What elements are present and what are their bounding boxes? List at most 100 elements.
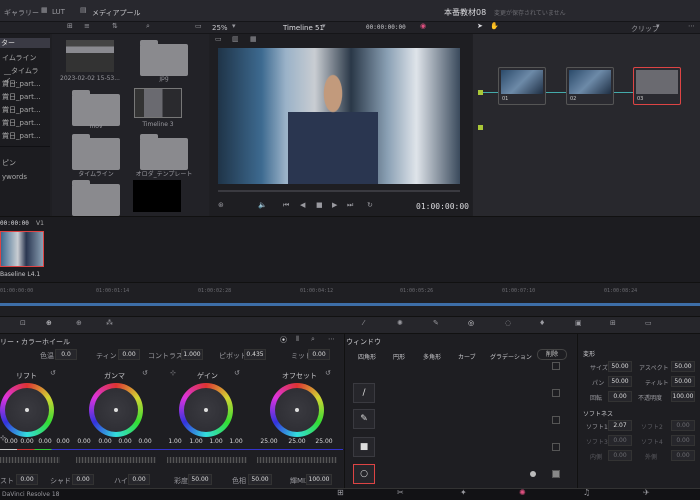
reset-icon[interactable]: ↺ — [234, 369, 240, 377]
play-icon[interactable]: ▶ — [332, 201, 337, 209]
aspect-field[interactable]: 50.00 — [671, 361, 695, 372]
color-match-icon[interactable]: ⁂ — [106, 319, 113, 327]
offset-master-slider[interactable] — [257, 457, 337, 463]
search-icon[interactable]: ⌕ — [146, 22, 150, 31]
offset-g-value[interactable]: 25.00 — [284, 437, 310, 448]
sort-icon[interactable]: ⇅ — [112, 22, 118, 30]
color-palette-icon[interactable]: ◉ — [420, 22, 426, 30]
gamma-r-value[interactable]: 0.00 — [94, 437, 116, 448]
stop-icon[interactable]: ■ — [316, 201, 323, 209]
tab-gallery[interactable]: ギャラリー — [4, 8, 39, 18]
tree-item[interactable]: 賞日_part... — [2, 105, 41, 115]
window-row-line[interactable]: / — [353, 383, 375, 403]
delete-button[interactable]: 削除 — [537, 349, 567, 360]
color-boost-field[interactable]: 0.0 — [55, 349, 77, 360]
step-back-icon[interactable]: ◀ — [300, 201, 305, 209]
viewer-split-icon[interactable]: ▥ — [232, 35, 239, 43]
chevron-down-icon[interactable]: ▾ — [656, 22, 660, 30]
saturation-field[interactable]: 50.00 — [188, 474, 212, 485]
param-field[interactable]: 0.00 — [72, 474, 94, 485]
lum-mix-field[interactable]: 100.00 — [306, 474, 332, 485]
node-02[interactable]: 02 — [566, 67, 614, 105]
window-row-circle[interactable]: ○ — [353, 464, 375, 484]
picker-icon[interactable]: ⊹ — [170, 369, 176, 377]
tree-item[interactable]: 賞日_part... — [2, 131, 41, 141]
param-field[interactable]: 0.00 — [16, 474, 38, 485]
window-icon[interactable]: ◎ — [468, 319, 474, 327]
tool-polygon[interactable]: 多角形 — [423, 352, 441, 361]
chevron-down-icon[interactable]: ▾ — [322, 22, 326, 30]
rotate-field[interactable]: 0.00 — [608, 391, 632, 402]
offset-r-value[interactable]: 25.00 — [256, 437, 282, 448]
gamma-wheel[interactable] — [89, 383, 143, 437]
offset-b-value[interactable]: 25.00 — [311, 437, 337, 448]
reset-icon[interactable]: ↺ — [142, 369, 148, 377]
window-active-dot[interactable] — [530, 471, 536, 477]
size-field[interactable]: 50.00 — [608, 361, 632, 372]
color-page-icon[interactable]: ✺ — [519, 488, 526, 497]
tree-item[interactable]: 賞日_part... — [2, 79, 41, 89]
clip-thumbnail[interactable] — [0, 231, 44, 267]
primaries-icon[interactable]: ⦿ — [280, 335, 287, 345]
more-options-icon[interactable]: ⋯ — [688, 22, 695, 30]
lift-wheel[interactable] — [0, 383, 54, 437]
tree-item[interactable]: イムライン — [2, 53, 37, 63]
tree-item[interactable]: ター — [0, 38, 50, 48]
tilt-field[interactable]: 50.00 — [671, 376, 695, 387]
bars-icon[interactable]: ⦀ — [296, 335, 299, 344]
node-03[interactable]: 03 — [633, 67, 681, 105]
zoom-level[interactable]: 25% — [212, 24, 228, 32]
tab-lut[interactable]: LUT — [52, 8, 65, 16]
more-options-icon[interactable]: ⋯ — [328, 335, 335, 343]
list-view-icon[interactable]: ≡ — [84, 22, 90, 30]
blur-icon[interactable]: ♦ — [539, 319, 545, 327]
camera-raw-icon[interactable]: ⊡ — [20, 319, 26, 327]
viewer-image[interactable] — [218, 48, 460, 184]
soft1-field[interactable]: 2.07 — [608, 420, 632, 431]
color-warper-icon[interactable]: ✺ — [397, 319, 403, 327]
tree-item[interactable]: 賞日_part... — [2, 118, 41, 128]
viewer-layout-icon[interactable]: ▦ — [250, 35, 257, 43]
3d-icon[interactable]: ▭ — [645, 319, 652, 327]
window-row-square[interactable]: ■ — [353, 437, 375, 457]
gamma-master-slider[interactable] — [76, 457, 156, 463]
opacity-field[interactable]: 100.00 — [671, 391, 695, 402]
gain-master-slider[interactable] — [167, 457, 247, 463]
hdr-icon[interactable]: ⊕ — [76, 319, 82, 327]
gain-y-value[interactable]: 1.00 — [164, 437, 186, 448]
tab-media-pool[interactable]: メディアプール — [92, 8, 141, 18]
pivot-field[interactable]: 0.435 — [244, 349, 266, 360]
soft3-field[interactable]: 0.00 — [608, 435, 632, 446]
timeline-thumb[interactable] — [134, 88, 182, 118]
gamma-y-value[interactable]: 0.00 — [73, 437, 95, 448]
window-toggle[interactable] — [552, 443, 560, 451]
folder-icon[interactable] — [72, 134, 120, 170]
media-thumb-video[interactable] — [66, 40, 114, 72]
lift-master-slider[interactable] — [0, 457, 60, 463]
fusion-page-icon[interactable]: ✦ — [460, 488, 467, 497]
viewer-options-icon[interactable]: ▭ — [195, 22, 202, 30]
qualifier-icon[interactable]: ✎ — [433, 319, 439, 327]
window-row-curve[interactable]: ✎ — [353, 409, 375, 429]
timeline-name[interactable]: Timeline 51 — [283, 24, 324, 32]
folder-icon[interactable] — [72, 90, 120, 126]
curves-icon[interactable]: ⁄ — [363, 319, 364, 327]
gamma-g-value[interactable]: 0.00 — [114, 437, 136, 448]
hue-field[interactable]: 50.00 — [248, 474, 272, 485]
media-page-icon[interactable]: ⊞ — [337, 488, 344, 497]
skip-to-start-icon[interactable]: ⏮ — [283, 201, 289, 210]
inside-field[interactable]: 0.00 — [608, 450, 632, 461]
gain-r-value[interactable]: 1.00 — [185, 437, 207, 448]
cut-page-icon[interactable]: ✂ — [397, 488, 404, 497]
node-01[interactable]: 01 — [498, 67, 546, 105]
reset-icon[interactable]: ↺ — [50, 369, 56, 377]
tool-rectangle[interactable]: 四角形 — [358, 352, 376, 361]
hand-icon[interactable]: ✋ — [490, 22, 499, 30]
volume-icon[interactable]: 🔈 — [258, 201, 267, 209]
folder-icon[interactable] — [140, 40, 188, 76]
loop-icon[interactable]: ↻ — [367, 201, 373, 209]
pointer-icon[interactable]: ➤ — [477, 22, 483, 30]
tracker-icon[interactable]: ◌ — [505, 319, 511, 327]
contrast-field[interactable]: 1.000 — [181, 349, 203, 360]
gain-wheel[interactable] — [179, 383, 233, 437]
